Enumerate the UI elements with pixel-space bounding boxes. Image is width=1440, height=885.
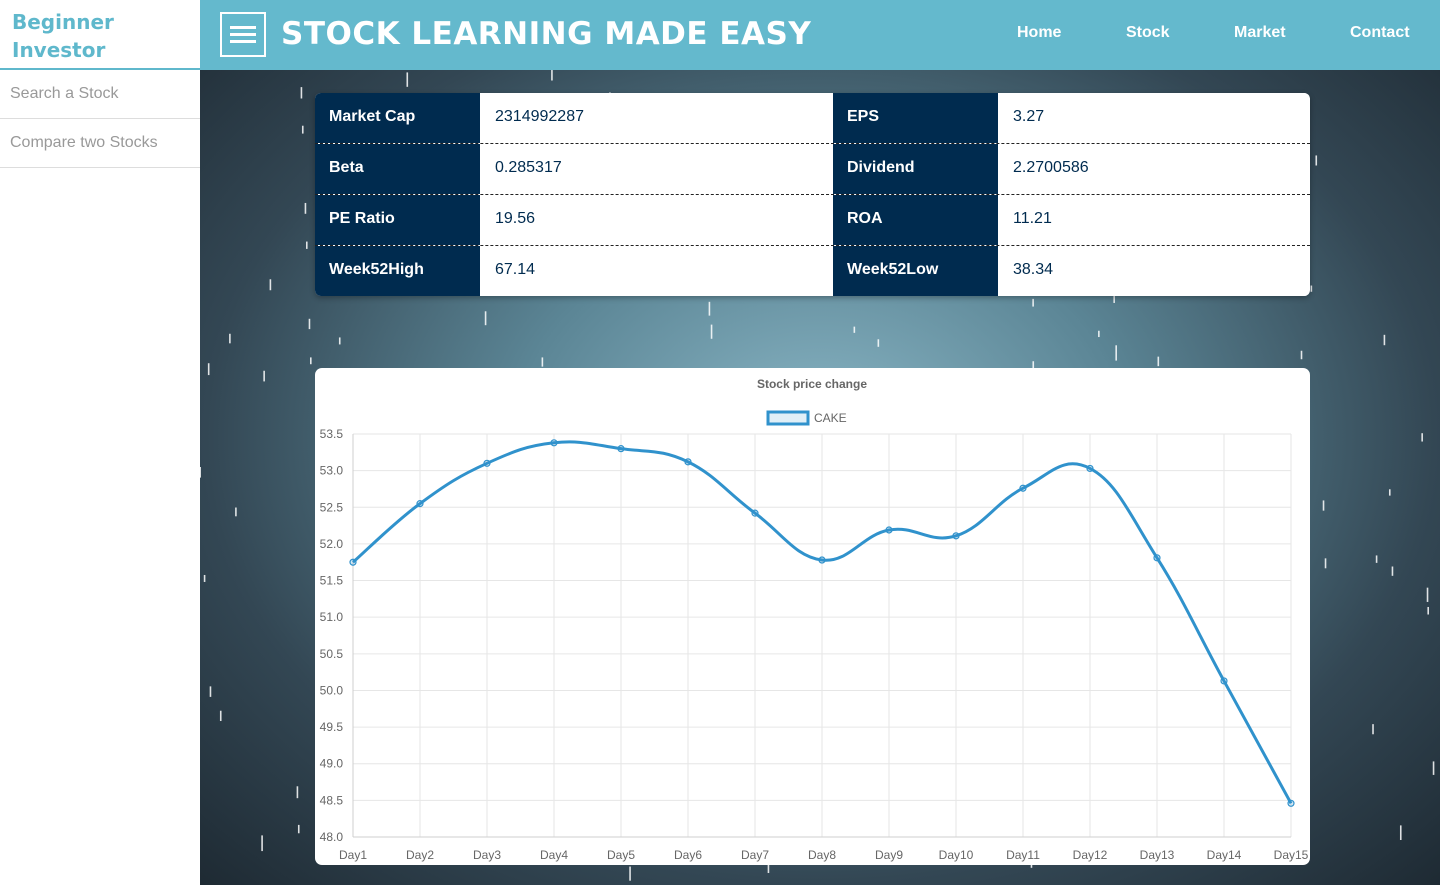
stat-value-week52-low: 38.34 xyxy=(998,246,1309,296)
data-point xyxy=(1153,554,1161,562)
data-point xyxy=(483,459,491,467)
x-tick-label: Day8 xyxy=(808,848,836,862)
x-tick-label: Day10 xyxy=(939,848,974,862)
x-tick-label: Day1 xyxy=(339,848,367,862)
data-point xyxy=(1019,484,1027,492)
stat-label-beta: Beta xyxy=(315,144,480,194)
y-tick-label: 52.5 xyxy=(320,500,344,514)
x-tick-label: Day13 xyxy=(1140,848,1175,862)
x-tick-label: Day6 xyxy=(674,848,702,862)
hamburger-icon xyxy=(230,26,256,29)
stat-value-beta: 0.285317 xyxy=(480,144,833,194)
sidebar-item-search-stock[interactable]: Search a Stock xyxy=(0,70,200,119)
x-tick-label: Day14 xyxy=(1207,848,1242,862)
stat-label-roa: ROA xyxy=(833,195,998,245)
stat-label-dividend: Dividend xyxy=(833,144,998,194)
data-point xyxy=(818,556,826,564)
data-point xyxy=(684,458,692,466)
y-tick-label: 51.0 xyxy=(320,610,344,624)
data-point xyxy=(550,439,558,447)
table-row: Beta 0.285317 Dividend 2.2700586 xyxy=(315,144,1310,195)
x-tick-label: Day15 xyxy=(1274,848,1309,862)
y-tick-label: 48.0 xyxy=(320,830,344,844)
y-tick-label: 50.0 xyxy=(320,683,344,697)
hamburger-menu-button[interactable] xyxy=(220,12,266,57)
site-title: STOCK LEARNING MADE EASY xyxy=(281,16,812,52)
stat-label-market-cap: Market Cap xyxy=(315,93,480,143)
y-tick-label: 53.5 xyxy=(320,427,344,441)
y-tick-label: 50.5 xyxy=(320,647,344,661)
brand-logo[interactable]: Beginner Investor xyxy=(0,0,200,70)
nav-stock[interactable]: Stock xyxy=(1126,24,1170,42)
x-tick-label: Day5 xyxy=(607,848,635,862)
data-point xyxy=(1086,464,1094,473)
data-point xyxy=(885,526,893,534)
data-point xyxy=(952,532,960,540)
hamburger-icon xyxy=(230,40,256,43)
table-row: PE Ratio 19.56 ROA 11.21 xyxy=(315,195,1310,246)
top-header: STOCK LEARNING MADE EASY Home Stock Mark… xyxy=(200,0,1440,70)
stat-label-week52-low: Week52Low xyxy=(833,246,998,296)
x-tick-label: Day4 xyxy=(540,848,568,862)
data-point xyxy=(751,509,759,517)
stat-value-roa: 11.21 xyxy=(998,195,1309,245)
data-point xyxy=(1287,799,1295,807)
y-tick-label: 48.5 xyxy=(320,793,344,807)
y-tick-label: 53.0 xyxy=(320,464,344,478)
data-point xyxy=(416,500,424,508)
nav-home[interactable]: Home xyxy=(1017,24,1061,42)
table-row: Week52High 67.14 Week52Low 38.34 xyxy=(315,246,1310,296)
legend-label: CAKE xyxy=(814,411,847,425)
x-tick-label: Day2 xyxy=(406,848,434,862)
brand-line-1: Beginner xyxy=(12,10,114,34)
x-tick-label: Day3 xyxy=(473,848,501,862)
stat-value-market-cap: 2314992287 xyxy=(480,93,833,143)
stat-value-eps: 3.27 xyxy=(998,93,1309,143)
chart-title: Stock price change xyxy=(757,377,867,391)
stat-label-week52-high: Week52High xyxy=(315,246,480,296)
stat-value-week52-high: 67.14 xyxy=(480,246,833,296)
sidebar-item-compare-stocks[interactable]: Compare two Stocks xyxy=(0,119,200,168)
stock-stats-table: Market Cap 2314992287 EPS 3.27 Beta 0.28… xyxy=(315,93,1310,296)
x-tick-label: Day12 xyxy=(1073,848,1108,862)
stat-value-pe-ratio: 19.56 xyxy=(480,195,833,245)
y-tick-label: 49.0 xyxy=(320,757,344,771)
table-row: Market Cap 2314992287 EPS 3.27 xyxy=(315,93,1310,144)
stat-label-pe-ratio: PE Ratio xyxy=(315,195,480,245)
y-tick-label: 49.5 xyxy=(320,720,344,734)
sidebar: Beginner Investor Search a Stock Compare… xyxy=(0,0,200,885)
price-line-chart: Stock price change CAKE 53.5 53.0 52.5 52.0 51… xyxy=(320,377,1309,862)
y-tick-label: 52.0 xyxy=(320,537,344,551)
stat-value-dividend: 2.2700586 xyxy=(998,144,1309,194)
stat-label-eps: EPS xyxy=(833,93,998,143)
x-tick-label: Day9 xyxy=(875,848,903,862)
brand-line-2: Investor xyxy=(12,38,106,62)
data-point xyxy=(349,558,357,566)
y-tick-label: 51.5 xyxy=(320,574,344,588)
hamburger-icon xyxy=(230,33,256,36)
data-point xyxy=(617,445,625,453)
nav-contact[interactable]: Contact xyxy=(1350,24,1410,42)
data-point xyxy=(1220,677,1228,685)
nav-market[interactable]: Market xyxy=(1234,24,1286,42)
x-tick-label: Day7 xyxy=(741,848,769,862)
x-tick-label: Day11 xyxy=(1006,848,1040,862)
legend-swatch xyxy=(766,410,810,426)
price-chart-card: Stock price change CAKE 53.5 53.0 52.5 52.0 51… xyxy=(315,368,1310,865)
